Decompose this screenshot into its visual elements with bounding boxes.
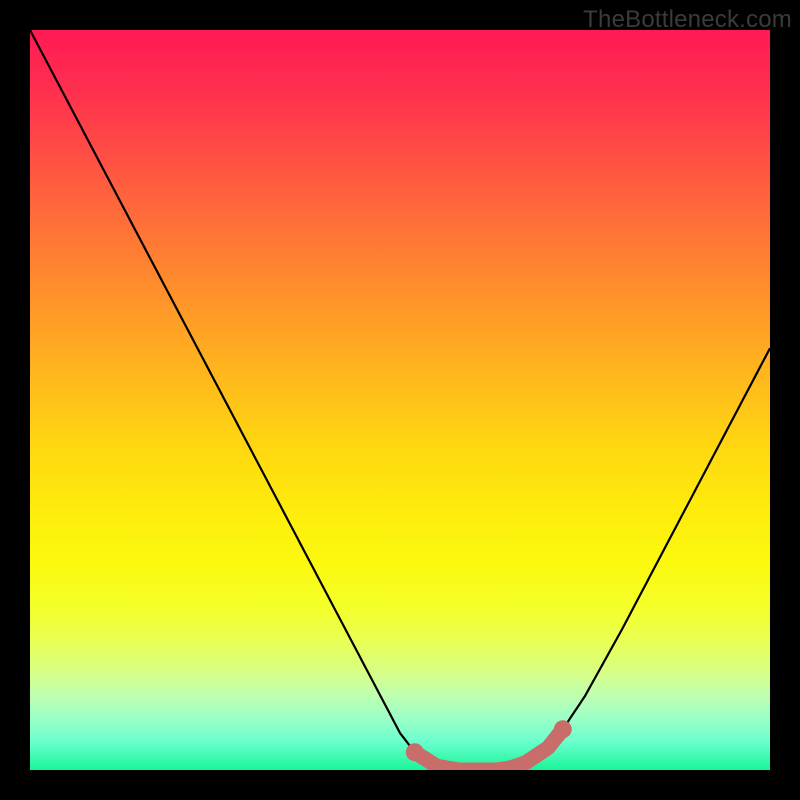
bottleneck-curve-svg — [30, 30, 770, 770]
bottleneck-highlight — [415, 729, 563, 770]
chart-frame: TheBottleneck.com — [0, 0, 800, 800]
highlight-dot-right — [554, 720, 572, 738]
gradient-plot-area — [30, 30, 770, 770]
bottleneck-curve — [30, 30, 770, 770]
highlight-dot-left — [406, 743, 424, 761]
